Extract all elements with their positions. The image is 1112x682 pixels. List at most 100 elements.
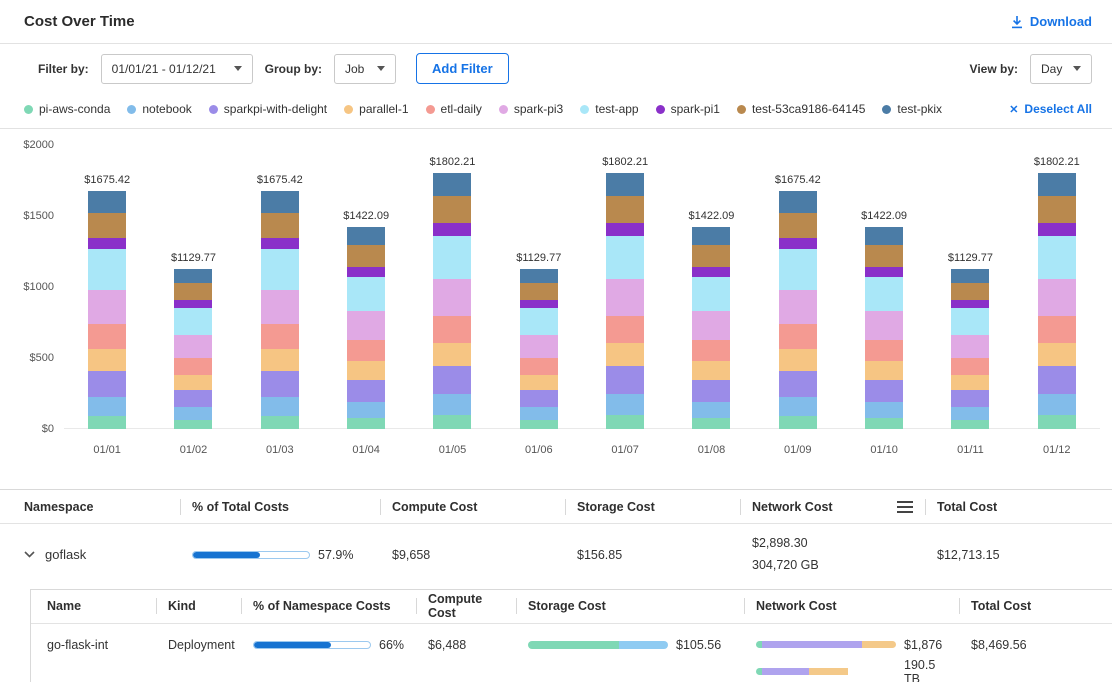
bar-segment-sparkpi-with-delight[interactable] [865,380,903,402]
date-range-select[interactable]: 01/01/21 - 01/12/21 [101,54,253,84]
bar-segment-test-pkix[interactable] [779,191,817,212]
bar-segment-test-53ca9186-64145[interactable] [347,245,385,266]
expand-chevron-icon[interactable] [24,551,35,558]
bar-segment-notebook[interactable] [606,394,644,414]
bar-segment-test-app[interactable] [520,308,558,335]
bar-segment-spark-pi1[interactable] [88,238,126,250]
bar-segment-notebook[interactable] [692,402,730,418]
bar-segment-parallel-1[interactable] [347,361,385,379]
bar-column[interactable]: $1129.77 [927,145,1013,429]
bar-segment-spark-pi3[interactable] [520,335,558,358]
bar-segment-sparkpi-with-delight[interactable] [692,380,730,402]
bar-segment-parallel-1[interactable] [779,349,817,370]
legend-item[interactable]: pi-aws-conda [24,102,110,116]
bar-segment-test-pkix[interactable] [1038,173,1076,196]
bar-segment-notebook[interactable] [951,407,989,420]
stacked-bar[interactable] [951,269,989,429]
bar-segment-pi-aws-conda[interactable] [1038,415,1076,429]
bar-segment-test-pkix[interactable] [951,269,989,283]
legend-item[interactable]: notebook [127,102,191,116]
bar-segment-sparkpi-with-delight[interactable] [1038,366,1076,394]
bar-segment-pi-aws-conda[interactable] [606,415,644,429]
bar-segment-test-app[interactable] [88,249,126,289]
bar-segment-sparkpi-with-delight[interactable] [779,371,817,397]
bar-column[interactable]: $1422.09 [323,145,409,429]
bar-segment-spark-pi1[interactable] [951,300,989,308]
bar-segment-sparkpi-with-delight[interactable] [261,371,299,397]
bar-segment-test-53ca9186-64145[interactable] [1038,196,1076,223]
bar-segment-spark-pi1[interactable] [865,267,903,277]
bar-segment-test-53ca9186-64145[interactable] [951,283,989,300]
bar-segment-test-53ca9186-64145[interactable] [606,196,644,223]
bar-segment-spark-pi3[interactable] [174,335,212,358]
bar-segment-parallel-1[interactable] [520,375,558,389]
workload-row[interactable]: go-flask-int Deployment 66% $6,488 $105.… [31,624,1112,682]
bar-segment-notebook[interactable] [88,397,126,416]
bar-segment-spark-pi1[interactable] [520,300,558,308]
stacked-bar[interactable] [174,269,212,429]
stacked-bar[interactable] [606,173,644,429]
bar-segment-pi-aws-conda[interactable] [779,416,817,429]
bar-segment-parallel-1[interactable] [174,375,212,389]
bar-segment-test-pkix[interactable] [347,227,385,245]
legend-item[interactable]: test-53ca9186-64145 [737,102,865,116]
legend-item[interactable]: test-pkix [882,102,942,116]
stacked-bar[interactable] [779,191,817,429]
bar-segment-parallel-1[interactable] [865,361,903,379]
bar-segment-spark-pi3[interactable] [1038,279,1076,316]
bar-segment-spark-pi1[interactable] [347,267,385,277]
bar-segment-test-app[interactable] [433,236,471,280]
bar-segment-test-pkix[interactable] [433,173,471,196]
legend-item[interactable]: sparkpi-with-delight [209,102,327,116]
bar-segment-spark-pi3[interactable] [865,311,903,340]
bar-segment-etl-daily[interactable] [88,324,126,349]
legend-item[interactable]: test-app [580,102,638,116]
stacked-bar[interactable] [261,191,299,429]
bar-segment-test-pkix[interactable] [865,227,903,245]
column-settings-button[interactable] [885,501,925,513]
bar-segment-test-app[interactable] [951,308,989,335]
bar-segment-test-pkix[interactable] [174,269,212,283]
bar-segment-etl-daily[interactable] [174,358,212,375]
bar-segment-sparkpi-with-delight[interactable] [951,390,989,408]
bar-segment-test-app[interactable] [174,308,212,335]
bar-segment-test-53ca9186-64145[interactable] [261,213,299,238]
bar-column[interactable]: $1675.42 [755,145,841,429]
bar-column[interactable]: $1675.42 [64,145,150,429]
bar-column[interactable]: $1802.21 [1014,145,1100,429]
bar-segment-pi-aws-conda[interactable] [520,420,558,429]
bar-segment-etl-daily[interactable] [1038,316,1076,343]
view-by-select[interactable]: Day [1030,54,1092,84]
deselect-all-button[interactable]: ✕ Deselect All [1009,102,1092,116]
bar-segment-test-53ca9186-64145[interactable] [520,283,558,300]
bar-segment-spark-pi3[interactable] [692,311,730,340]
legend-item[interactable]: etl-daily [426,102,482,116]
bar-segment-test-53ca9186-64145[interactable] [433,196,471,223]
bar-segment-spark-pi1[interactable] [606,223,644,236]
bar-segment-spark-pi1[interactable] [174,300,212,308]
bar-segment-spark-pi1[interactable] [779,238,817,250]
bar-segment-pi-aws-conda[interactable] [951,420,989,429]
bar-segment-notebook[interactable] [779,397,817,416]
bar-segment-pi-aws-conda[interactable] [347,418,385,429]
download-button[interactable]: Download [1010,14,1092,29]
bar-segment-etl-daily[interactable] [347,340,385,361]
bar-segment-notebook[interactable] [433,394,471,414]
bar-segment-pi-aws-conda[interactable] [433,415,471,429]
bar-column[interactable]: $1422.09 [841,145,927,429]
bar-segment-sparkpi-with-delight[interactable] [606,366,644,394]
bar-segment-test-53ca9186-64145[interactable] [692,245,730,266]
bar-segment-parallel-1[interactable] [606,343,644,366]
bar-segment-etl-daily[interactable] [433,316,471,343]
bar-segment-notebook[interactable] [865,402,903,418]
bar-segment-spark-pi1[interactable] [433,223,471,236]
group-by-select[interactable]: Job [334,54,396,84]
bar-segment-parallel-1[interactable] [88,349,126,370]
bar-segment-test-53ca9186-64145[interactable] [779,213,817,238]
bar-segment-notebook[interactable] [347,402,385,418]
bar-segment-parallel-1[interactable] [261,349,299,370]
bar-segment-spark-pi3[interactable] [779,290,817,324]
bar-segment-etl-daily[interactable] [261,324,299,349]
bar-segment-notebook[interactable] [261,397,299,416]
bar-segment-test-app[interactable] [692,277,730,311]
